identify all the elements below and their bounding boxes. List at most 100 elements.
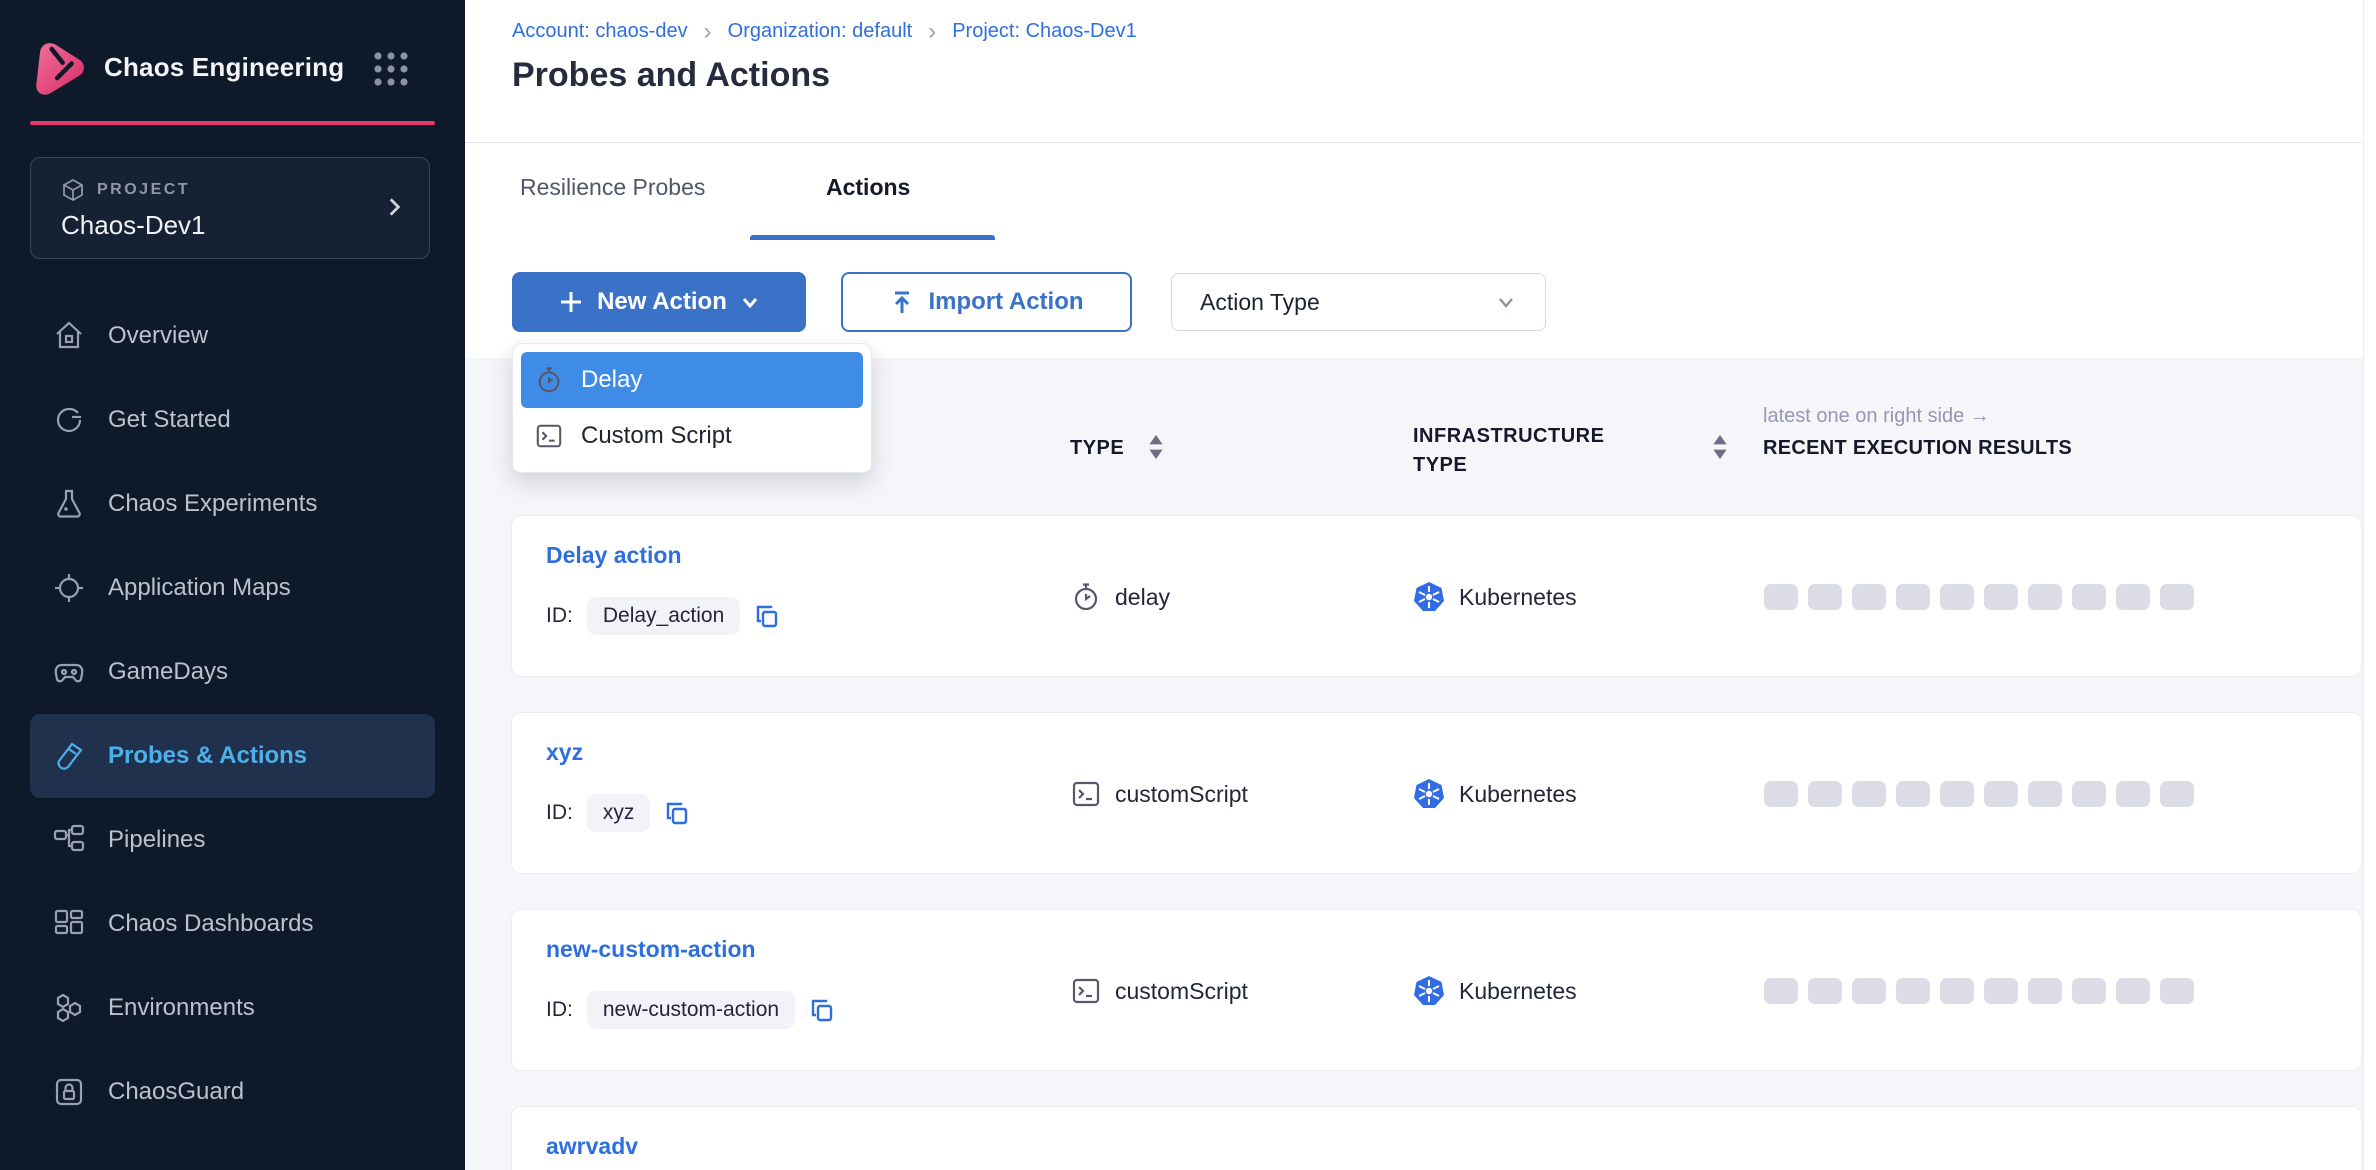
sidebar-item-gamedays[interactable]: GameDays <box>30 630 435 714</box>
id-label: ID: <box>546 604 573 628</box>
dropdown-item-label: Delay <box>581 366 642 394</box>
tab-bar: Resilience Probes Actions <box>465 142 2376 240</box>
action-name-link[interactable]: new-custom-action <box>546 936 756 963</box>
sidebar-item-label: Pipelines <box>108 826 205 854</box>
sidebar-item-application-maps[interactable]: Application Maps <box>30 546 435 630</box>
breadcrumb-organization-link[interactable]: Organization: default <box>728 20 913 43</box>
module-grid-icon[interactable] <box>372 50 410 88</box>
lock-icon <box>52 1075 86 1109</box>
infrastructure-cell: Kubernetes <box>1413 713 1577 875</box>
terminal-icon <box>1071 779 1101 809</box>
action-id-line: ID: Delay_action <box>546 596 780 636</box>
execution-result-placeholder <box>2072 781 2106 807</box>
sidebar-nav: Overview Get Started Chaos Experiments <box>30 294 435 1134</box>
project-name: Chaos-Dev1 <box>61 210 206 241</box>
copy-icon[interactable] <box>754 603 780 629</box>
project-selector[interactable]: PROJECT Chaos-Dev1 <box>30 157 430 259</box>
terminal-icon <box>1071 976 1101 1006</box>
kubernetes-icon <box>1413 581 1445 613</box>
column-header-infrastructure-type[interactable]: INFRASTRUCTURE TYPE <box>1413 422 1638 480</box>
execution-result-placeholder <box>2028 781 2062 807</box>
sidebar-item-pipelines[interactable]: Pipelines <box>30 798 435 882</box>
import-action-button[interactable]: Import Action <box>841 272 1132 332</box>
sidebar-item-environments[interactable]: Environments <box>30 966 435 1050</box>
sidebar-item-chaos-experiments[interactable]: Chaos Experiments <box>30 462 435 546</box>
breadcrumb-account-link[interactable]: Account: chaos-dev <box>512 20 688 43</box>
execution-result-placeholder <box>1808 978 1842 1004</box>
infrastructure-cell: Kubernetes <box>1413 516 1577 678</box>
execution-result-placeholder <box>1940 584 1974 610</box>
brand-divider <box>30 121 435 125</box>
table-row: xyz ID: xyz customScript <box>511 712 2362 874</box>
actions-table: TYPE INFRASTRUCTURE TYPE latest one on r… <box>465 358 2376 1170</box>
action-name-link[interactable]: xyz <box>546 739 583 766</box>
dropdown-item-custom-script[interactable]: Custom Script <box>521 408 863 464</box>
execution-result-placeholder <box>1896 584 1930 610</box>
type-cell: delay <box>1071 1107 1170 1170</box>
type-cell: customScript <box>1071 713 1248 875</box>
execution-result-placeholder <box>2160 584 2194 610</box>
execution-result-placeholder <box>1984 781 2018 807</box>
breadcrumb: Account: chaos-dev › Organization: defau… <box>512 20 1137 43</box>
type-value: customScript <box>1115 978 1248 1005</box>
main-content: Account: chaos-dev › Organization: defau… <box>465 0 2376 1170</box>
execution-result-placeholder <box>2028 978 2062 1004</box>
sidebar-item-label: ChaosGuard <box>108 1078 244 1106</box>
toolbar: New Action Import Action Action Type <box>465 240 2376 358</box>
execution-result-placeholder <box>1852 978 1886 1004</box>
execution-result-placeholder <box>2160 781 2194 807</box>
sidebar: Chaos Engineering PROJECT Chaos-Dev1 <box>0 0 465 1170</box>
breadcrumb-project-link[interactable]: Project: Chaos-Dev1 <box>952 20 1137 43</box>
sidebar-header: Chaos Engineering <box>0 0 465 121</box>
hexagons-icon <box>52 991 86 1025</box>
action-name-link[interactable]: Delay action <box>546 542 682 569</box>
tab-resilience-probes[interactable]: Resilience Probes <box>520 174 705 201</box>
sidebar-item-chaos-dashboards[interactable]: Chaos Dashboards <box>30 882 435 966</box>
copy-icon[interactable] <box>809 997 835 1023</box>
action-id-line: ID: xyz <box>546 793 690 833</box>
sort-icon[interactable] <box>1148 435 1164 459</box>
execution-result-placeholder <box>1984 978 2018 1004</box>
action-type-select[interactable]: Action Type <box>1171 273 1546 331</box>
sidebar-item-probes-actions[interactable]: Probes & Actions <box>30 714 435 798</box>
tab-actions[interactable]: Actions <box>826 174 910 201</box>
action-name-link[interactable]: awrvadv <box>546 1133 638 1160</box>
id-label: ID: <box>546 801 573 825</box>
action-id-line: ID: new-custom-action <box>546 990 835 1030</box>
get-started-icon <box>52 403 86 437</box>
copy-icon[interactable] <box>664 800 690 826</box>
stopwatch-icon <box>535 366 563 394</box>
scrollbar-gutter[interactable] <box>2363 0 2376 1170</box>
column-header-type[interactable]: TYPE <box>1070 437 1124 460</box>
sidebar-item-get-started[interactable]: Get Started <box>30 378 435 462</box>
breadcrumb-separator: › <box>928 22 936 42</box>
test-tube-icon <box>52 739 86 773</box>
dropdown-item-label: Custom Script <box>581 422 732 450</box>
new-action-button[interactable]: New Action <box>512 272 806 332</box>
chevron-down-icon <box>1495 291 1517 313</box>
infrastructure-value: Kubernetes <box>1459 781 1577 808</box>
execution-result-placeholder <box>2072 978 2106 1004</box>
type-value: delay <box>1115 584 1170 611</box>
execution-result-placeholder <box>2028 584 2062 610</box>
sidebar-item-label: Application Maps <box>108 574 291 602</box>
sidebar-item-label: GameDays <box>108 658 228 686</box>
sidebar-item-chaosguard[interactable]: ChaosGuard <box>30 1050 435 1134</box>
flask-icon <box>52 487 86 521</box>
dropdown-item-delay[interactable]: Delay <box>521 352 863 408</box>
app-title: Chaos Engineering <box>104 52 344 83</box>
infrastructure-cell: Kubernetes <box>1413 910 1577 1072</box>
chaos-engineering-logo-icon <box>30 40 88 98</box>
recent-execution-results <box>1764 978 2194 1004</box>
execution-result-placeholder <box>1764 584 1798 610</box>
import-icon <box>889 289 915 315</box>
sort-icon[interactable] <box>1712 435 1728 459</box>
crosshair-icon <box>52 571 86 605</box>
stopwatch-icon <box>1071 582 1101 612</box>
sidebar-item-label: Environments <box>108 994 255 1022</box>
recent-execution-results <box>1764 781 2194 807</box>
sidebar-item-overview[interactable]: Overview <box>30 294 435 378</box>
execution-result-placeholder <box>1852 781 1886 807</box>
type-cell: customScript <box>1071 910 1248 1072</box>
execution-result-placeholder <box>2072 584 2106 610</box>
